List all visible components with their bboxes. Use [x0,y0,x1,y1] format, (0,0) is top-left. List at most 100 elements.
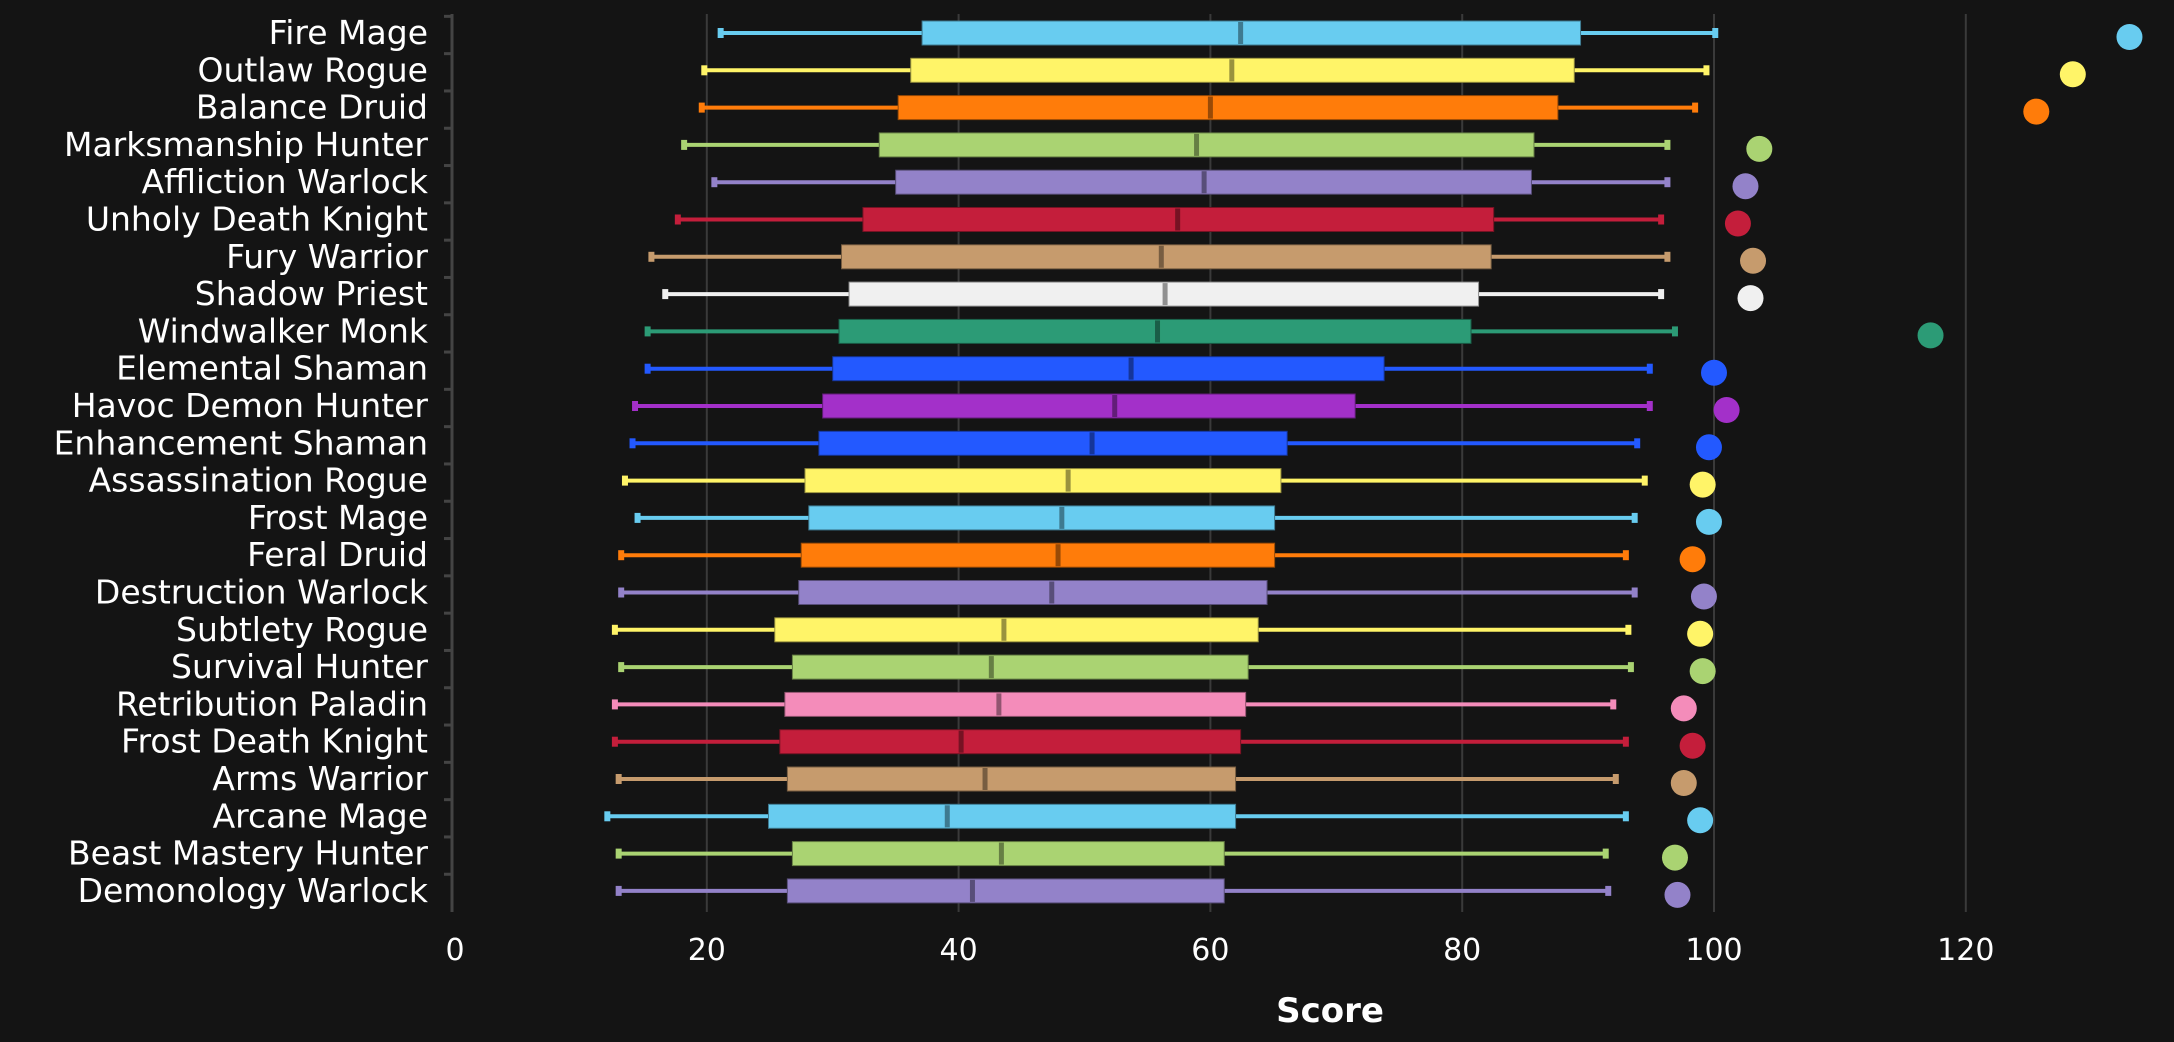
outlier-point[interactable] [1917,322,1944,349]
outlier-point[interactable] [1689,471,1716,498]
box-destruction-warlock[interactable] [618,580,1717,610]
y-tick-label: Fury Warrior [226,237,428,276]
outlier-point[interactable] [1664,881,1691,908]
outlier-point[interactable] [1724,210,1751,237]
box-iqr [897,95,1559,121]
box-iqr [791,841,1225,867]
box-marksmanship-hunter[interactable] [681,132,1773,162]
outlier-point[interactable] [1695,508,1722,535]
y-tick-label: Enhancement Shaman [54,423,428,462]
y-tick-label: Frost Mage [248,498,428,537]
y-tick-label: Beast Mastery Hunter [68,834,428,873]
outlier-point[interactable] [1701,359,1727,386]
box-iqr [784,691,1247,717]
outlier-point[interactable] [2059,61,2086,88]
y-tick-label: Demonology Warlock [78,871,429,910]
y-tick-label: Survival Hunter [171,647,428,686]
outlier-point[interactable] [1661,844,1688,871]
outlier-point[interactable] [1737,285,1764,312]
y-tick-label: Frost Death Knight [121,722,428,761]
outlier-point[interactable] [1679,546,1706,573]
y-tick-label: Outlaw Rogue [197,50,428,89]
outlier-point[interactable] [1740,247,1767,274]
outlier-point[interactable] [1670,695,1697,722]
x-tick-label: 0 [445,933,464,968]
box-iqr [841,244,1492,270]
box-iqr [786,766,1237,792]
y-tick-label: Windwalker Monk [138,311,429,350]
box-retribution-paladin[interactable] [611,691,1697,722]
y-tick-label: Arms Warrior [212,759,428,798]
box-iqr [779,729,1242,755]
y-tick-label: Elemental Shaman [116,349,428,388]
box-balance-druid[interactable] [698,95,2050,125]
y-tick-label: Unholy Death Knight [86,200,428,239]
outlier-point[interactable] [1746,135,1773,162]
box-elemental-shaman[interactable] [644,356,1727,386]
outlier-point[interactable] [1687,620,1714,647]
outlier-point[interactable] [2023,98,2050,125]
y-tick-label: Arcane Mage [213,796,428,835]
box-arms-warrior[interactable] [615,766,1697,796]
outlier-point[interactable] [1670,770,1697,796]
box-iqr [818,430,1288,456]
box-arcane-mage[interactable] [604,803,1714,834]
outlier-point[interactable] [1713,397,1740,423]
box-fire-mage[interactable] [717,20,2143,50]
box-shadow-priest[interactable] [662,281,1764,312]
box-frost-mage[interactable] [634,505,1722,535]
y-tick-label: Fire Mage [269,13,428,52]
outlier-point[interactable] [2116,24,2143,50]
outlier-point[interactable] [1689,658,1716,685]
y-tick-label: Shadow Priest [195,274,428,313]
box-affliction-warlock[interactable] [711,169,1759,200]
box-assassination-rogue[interactable] [621,468,1716,498]
y-tick-label: Subtlety Rogue [176,610,428,649]
x-tick-label: 20 [688,933,726,968]
box-iqr [822,393,1356,419]
box-beast-mastery-hunter[interactable] [615,841,1688,871]
box-iqr [878,132,1535,158]
box-fury-warrior[interactable] [648,244,1767,274]
x-tick-label: 60 [1191,933,1229,968]
box-outlaw-rogue[interactable] [701,57,2086,88]
y-tick-label: Marksmanship Hunter [64,125,428,164]
box-iqr [895,169,1532,195]
y-tick-label: Assassination Rogue [89,461,428,500]
box-iqr [808,505,1276,531]
y-tick-label: Destruction Warlock [95,573,429,612]
outlier-point[interactable] [1687,807,1714,834]
box-demonology-warlock[interactable] [615,878,1691,908]
y-tick-label: Affliction Warlock [142,162,429,201]
box-feral-druid[interactable] [618,542,1706,573]
x-tick-label: 80 [1443,933,1481,968]
box-subtlety-rogue[interactable] [611,617,1714,647]
boxplot-chart: Fire MageOutlaw RogueBalance DruidMarksm… [54,13,2143,1031]
outlier-point[interactable] [1695,434,1722,461]
box-iqr [767,803,1237,829]
box-frost-death-knight[interactable] [611,729,1706,759]
x-tick-label: 100 [1685,933,1742,968]
box-havoc-demon-hunter[interactable] [632,393,1740,423]
boxes [604,20,2143,908]
box-iqr [921,20,1582,46]
y-tick-label: Havoc Demon Hunter [72,386,429,425]
x-axis-title: Score [1276,991,1384,1031]
y-tick-label: Retribution Paladin [116,684,428,723]
box-iqr [798,580,1268,605]
y-tick-label: Balance Druid [196,88,428,127]
outlier-point[interactable] [1679,732,1706,759]
box-iqr [910,57,1575,83]
box-unholy-death-knight[interactable] [674,207,1751,237]
box-iqr [800,542,1276,568]
box-iqr [838,318,1472,344]
x-axis: 0 20 40 60 80 100 120 [445,933,1994,968]
box-iqr [786,878,1225,904]
outlier-point[interactable] [1732,173,1759,200]
box-iqr [774,617,1259,643]
box-survival-hunter[interactable] [618,654,1716,685]
box-iqr [804,468,1282,494]
box-windwalker-monk[interactable] [644,318,1944,349]
box-enhancement-shaman[interactable] [629,430,1722,461]
outlier-point[interactable] [1690,583,1717,610]
